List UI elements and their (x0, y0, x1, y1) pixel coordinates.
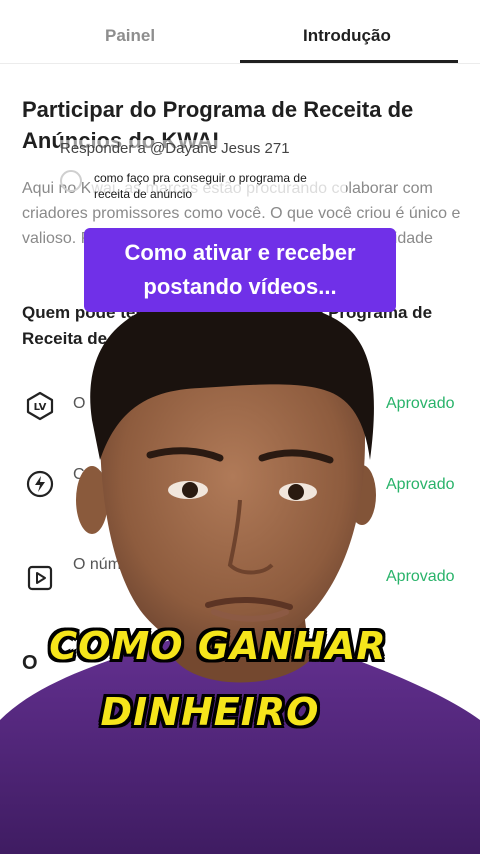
status-approved: Aprovado (386, 568, 455, 585)
svg-text:LV: LV (34, 402, 47, 413)
level-badge-icon: LV (24, 390, 56, 422)
tab-painel[interactable]: Painel (105, 26, 155, 46)
caption-line-1: Como ativar e receber (124, 240, 356, 265)
status-approved: Aprovado (386, 476, 455, 493)
commenter-avatar (60, 170, 82, 192)
overlay-headline-line-1: COMO GANHAR (49, 624, 387, 668)
reply-to-label: Responder a @Dayane Jesus 271 (60, 140, 290, 157)
requirement-text: O número de nível (73, 395, 205, 412)
requirement-row: O número de vídeos postados nos Aprovado (0, 556, 480, 612)
caption-box: Como ativar e receber postando vídeos... (84, 228, 396, 312)
requirement-row: Conteúdo original Aprovado (0, 462, 480, 518)
requirement-row: LV O número de nível Aprovado (0, 388, 480, 444)
overlay-headline-line-2: DINHEIRO (100, 690, 320, 734)
active-tab-indicator (240, 60, 458, 63)
tab-introducao[interactable]: Introdução (303, 26, 391, 46)
requirement-text: O número de vídeos postados nos (73, 556, 318, 573)
status-approved: Aprovado (386, 395, 455, 412)
tab-bar: Painel Introdução (0, 0, 480, 64)
comment-text: como faço pra conseguir o programa de re… (90, 168, 346, 204)
lightning-coin-icon (24, 468, 56, 500)
requirement-text: Conteúdo original (73, 466, 199, 483)
caption-line-2: postando vídeos... (143, 274, 337, 299)
video-play-icon (24, 562, 56, 594)
